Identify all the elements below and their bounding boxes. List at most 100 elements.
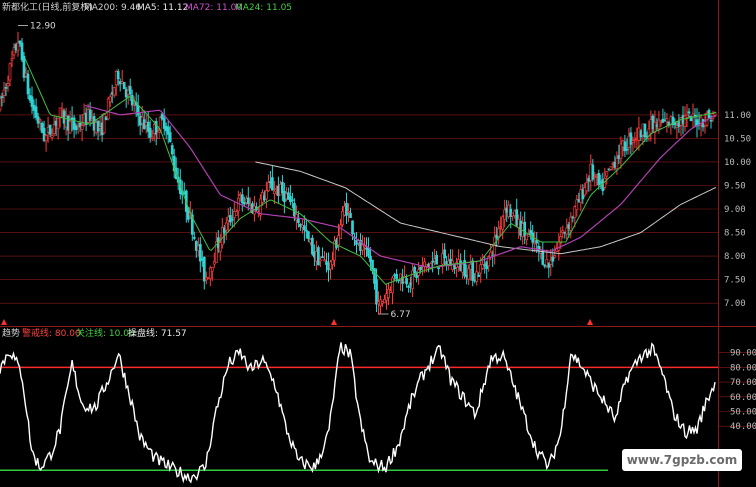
candle-body: [565, 227, 569, 235]
candle-body: [551, 256, 555, 262]
candle-body: [0, 96, 4, 98]
candle-body: [32, 104, 36, 111]
candle-body: [202, 256, 206, 282]
candle-body: [68, 120, 72, 134]
price-tick-label: 8.00: [724, 252, 746, 262]
candle-body: [585, 182, 589, 192]
candle-body: [631, 140, 635, 143]
marker-icon: [587, 319, 593, 325]
candle-body: [677, 121, 681, 127]
candle-body: [569, 216, 573, 231]
candle-body: [687, 111, 691, 114]
candle-body: [112, 87, 116, 96]
candle-body: [321, 256, 324, 259]
candle-body: [443, 249, 446, 259]
ma200-line: [255, 161, 717, 255]
chart-frame: [0, 0, 756, 487]
indicator-focus-label: 关注线: 10.00: [76, 327, 135, 339]
candle-body: [625, 148, 629, 151]
candle-body: [156, 131, 160, 139]
annotation-label: 12.90: [30, 21, 56, 31]
candle-body: [8, 63, 12, 81]
price-tick-label: 11.00: [724, 111, 751, 121]
candle-body: [477, 274, 481, 277]
candlestick-series: [0, 31, 717, 315]
candle-body: [60, 108, 64, 111]
candle-body: [52, 124, 56, 134]
indicator-warn-label: 警戒线: 80.00: [22, 327, 81, 339]
candle-body: [106, 98, 110, 120]
candle-body: [665, 118, 669, 123]
price-tick-label: 9.50: [724, 182, 746, 192]
candle-body: [659, 122, 663, 125]
candle-body: [407, 286, 410, 288]
candle-body: [44, 134, 48, 142]
candle-body: [411, 270, 414, 289]
stock-chart-window: 11.00 10.50 10.00 9.50 9.00 8.50 8.00 7.50 7.00 …: [0, 0, 756, 487]
candle-body: [609, 166, 613, 170]
candle-body: [192, 237, 196, 239]
price-tick-label: 9.00: [724, 205, 746, 215]
candle-body: [437, 267, 440, 270]
candle-body: [593, 176, 597, 178]
candle-body: [643, 123, 647, 138]
candle-body: [210, 266, 214, 272]
candle-body: [128, 86, 132, 95]
candle-body: [34, 106, 38, 118]
candle-body: [395, 273, 398, 280]
osc-tick-label: 40.00: [730, 422, 756, 432]
candle-body: [96, 120, 100, 132]
candle-body: [307, 231, 310, 239]
candle-body: [234, 211, 238, 216]
price-tick-label: 10.50: [724, 134, 751, 144]
candle-body: [104, 116, 108, 121]
candle-body: [170, 145, 174, 155]
candle-body: [657, 119, 661, 130]
candle-body: [431, 260, 434, 263]
osc-tick-label: 50.00: [730, 408, 756, 418]
candle-body: [467, 268, 471, 280]
candle-body: [323, 259, 326, 262]
candle-body: [541, 249, 545, 265]
candle-body: [535, 240, 539, 244]
marker-icon: [1, 319, 7, 325]
candle-body: [319, 259, 322, 262]
candle-body: [317, 247, 320, 266]
indicator-operate-label: 操盘线: 71.57: [128, 327, 187, 339]
candle-body: [271, 177, 274, 191]
candle-body: [224, 222, 228, 231]
candle-body: [168, 132, 172, 142]
osc-tick-label: 80.00: [730, 363, 756, 373]
header-ma72: MA72: 11.00: [185, 3, 242, 13]
candle-body: [347, 210, 350, 213]
candle-body: [0, 98, 2, 111]
candle-body: [653, 121, 657, 133]
candle-body: [26, 73, 30, 95]
oscillator-axis-ticks: 90.00 80.00 70.00 60.00 50.00 40.00: [730, 349, 756, 433]
chart-canvas: 11.0010.5010.009.509.008.508.007.507.00 …: [0, 0, 756, 487]
osc-tick-label: 70.00: [730, 378, 756, 388]
candle-body: [240, 194, 244, 204]
candle-body: [419, 266, 422, 270]
price-tick-label: 8.50: [724, 229, 746, 239]
candle-body: [38, 119, 42, 122]
candle-body: [102, 113, 106, 134]
candle-body: [10, 58, 14, 61]
candle-body: [391, 277, 394, 294]
price-annotations: 12.90 6.77: [18, 21, 411, 320]
candle-body: [4, 87, 8, 89]
candle-body: [303, 225, 306, 231]
price-tick-label: 10.00: [724, 158, 751, 168]
candle-body: [291, 199, 294, 202]
candle-body: [50, 135, 54, 139]
price-axis-ticks: 11.00 10.50 10.00 9.50 9.00 8.50 8.00 7.50 7.00: [724, 111, 751, 309]
header-ma200: MA200: 9.46: [84, 3, 141, 13]
annotation-label: 6.77: [391, 310, 411, 320]
header-ma24: MA24: 11.05: [235, 3, 292, 13]
candle-body: [248, 203, 252, 206]
candle-body: [375, 279, 378, 305]
candle-body: [16, 42, 20, 51]
candle-body: [471, 260, 475, 281]
candle-body: [413, 266, 416, 274]
bottom-markers: [1, 319, 593, 325]
